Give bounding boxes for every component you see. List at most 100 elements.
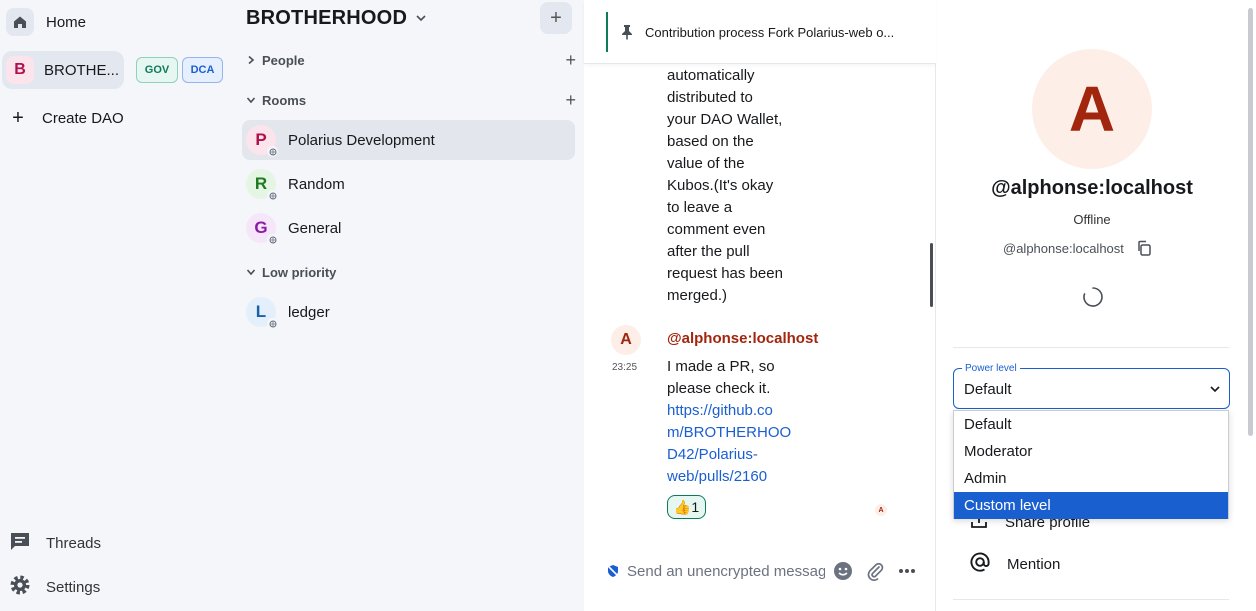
- option-moderator[interactable]: Moderator: [954, 438, 1228, 465]
- message-line: please check it.: [667, 380, 771, 397]
- space-item-brotherhood[interactable]: B BROTHE...: [2, 51, 124, 89]
- user-info-panel: A @alphonse:localhost Offline @alphonse:…: [937, 0, 1256, 611]
- user-id-row: @alphonse:localhost: [1003, 240, 1152, 256]
- message-line: your DAO Wallet,: [667, 111, 783, 128]
- space-bar: Home B BROTHE... GOV DCA + Create DAO Th…: [0, 0, 234, 611]
- panel-scrollbar[interactable]: [1248, 8, 1253, 436]
- power-level-value: Default: [964, 381, 1012, 398]
- gear-icon: [8, 573, 32, 601]
- user-avatar[interactable]: A: [1032, 49, 1152, 169]
- reaction-thumbs-up[interactable]: 👍 1: [667, 495, 706, 519]
- settings-label: Settings: [46, 578, 101, 596]
- message-input[interactable]: [627, 560, 825, 582]
- option-custom-level[interactable]: Custom level: [954, 492, 1228, 519]
- message-line: I made a PR, so: [667, 358, 775, 375]
- chevron-down-icon: [415, 7, 427, 30]
- user-display-name: @alphonse:localhost: [991, 177, 1193, 199]
- sender-avatar[interactable]: A: [611, 325, 641, 355]
- pin-icon: [620, 24, 634, 45]
- room-avatar: L: [246, 297, 278, 329]
- at-sign-icon: [969, 551, 991, 577]
- threads-icon: [8, 529, 32, 557]
- home-button[interactable]: Home: [2, 4, 90, 40]
- option-default[interactable]: Default: [954, 411, 1228, 438]
- chevron-down-icon: [246, 269, 256, 276]
- room-avatar: R: [246, 169, 278, 201]
- room-name: ledger: [288, 303, 330, 321]
- message-body: I made a PR, so please check it. https:/…: [667, 356, 797, 488]
- section-people-label: People: [262, 52, 305, 68]
- message-line: after the pull: [667, 243, 750, 260]
- room-item-general[interactable]: G General: [242, 208, 575, 248]
- message-line: request has been: [667, 265, 783, 282]
- read-receipt-avatar[interactable]: A: [875, 504, 887, 516]
- settings-button[interactable]: Settings: [8, 573, 100, 601]
- room-item-polarius-development[interactable]: P Polarius Development: [242, 120, 575, 160]
- thumbs-up-icon: 👍: [673, 498, 692, 515]
- loading-spinner-icon: [1082, 286, 1104, 313]
- timeline-scrollbar[interactable]: [930, 243, 933, 307]
- room-avatar-initial: G: [254, 218, 268, 237]
- room-name: Random: [288, 175, 345, 193]
- create-dao-button[interactable]: + Create DAO: [6, 103, 124, 133]
- room-item-random[interactable]: R Random: [242, 164, 575, 204]
- room-avatar-initial: R: [254, 174, 268, 193]
- link-line: m/BROTHERHOO: [667, 424, 792, 441]
- pinned-message-text: Contribution process Fork Polarius-web o…: [645, 25, 895, 40]
- chevron-down-icon: [246, 97, 256, 104]
- link-line: web/pulls/2160: [667, 468, 768, 485]
- create-dao-label: Create DAO: [42, 109, 124, 127]
- user-id: @alphonse:localhost: [1003, 240, 1124, 256]
- attachment-icon[interactable]: [864, 560, 886, 582]
- room-timeline: automatically distributed to your DAO Wa…: [584, 0, 936, 611]
- message-line: distributed to: [667, 89, 753, 106]
- room-avatar: G: [246, 213, 278, 245]
- message-sender[interactable]: @alphonse:localhost: [667, 330, 818, 347]
- globe-icon: [267, 190, 278, 201]
- user-presence: Offline: [1073, 212, 1111, 227]
- reaction-count: 1: [691, 499, 700, 515]
- section-people[interactable]: People +: [246, 50, 576, 70]
- room-avatar-initial: P: [255, 130, 267, 149]
- link-line: https://github.co: [667, 402, 773, 419]
- pinned-indicator-bar: [606, 12, 608, 52]
- plus-icon: +: [550, 6, 562, 29]
- message-composer: [584, 548, 936, 594]
- room-avatar-initial: L: [255, 302, 267, 321]
- space-title-menu[interactable]: BROTHERHOOD: [246, 7, 427, 30]
- chevron-down-icon: [1209, 382, 1221, 400]
- unencrypted-shield-icon: [606, 564, 620, 583]
- section-low-priority[interactable]: Low priority: [246, 262, 576, 282]
- section-low-priority-label: Low priority: [262, 264, 337, 280]
- message-line: merged.): [667, 287, 728, 304]
- copy-icon[interactable]: [1136, 240, 1152, 256]
- add-person-button[interactable]: +: [565, 50, 576, 71]
- message-line: Kubos.(It's okay: [667, 177, 774, 194]
- add-room-button[interactable]: +: [540, 2, 572, 34]
- previous-message-body: automatically distributed to your DAO Wa…: [667, 65, 797, 307]
- room-name: General: [288, 219, 342, 237]
- emoji-icon[interactable]: [832, 560, 854, 582]
- gov-badge[interactable]: GOV: [136, 57, 178, 83]
- home-icon: [6, 8, 34, 36]
- add-room-in-section-button[interactable]: +: [565, 90, 576, 111]
- section-rooms-label: Rooms: [262, 92, 307, 108]
- room-item-ledger[interactable]: L ledger: [242, 292, 575, 332]
- power-level-select[interactable]: Power level Default: [953, 363, 1230, 409]
- message-link[interactable]: https://github.co m/BROTHERHOO D42/Polar…: [667, 400, 797, 488]
- section-rooms[interactable]: Rooms +: [246, 90, 576, 110]
- room-list: BROTHERHOOD + People + Rooms + P Polariu…: [234, 0, 584, 611]
- message-line: automatically: [667, 67, 755, 84]
- room-name: Polarius Development: [288, 131, 435, 149]
- dca-badge[interactable]: DCA: [182, 57, 223, 83]
- option-admin[interactable]: Admin: [954, 465, 1228, 492]
- divider: [953, 347, 1229, 348]
- threads-button[interactable]: Threads: [8, 529, 101, 557]
- room-avatar: P: [246, 125, 278, 157]
- message-timestamp: 23:25: [612, 362, 638, 373]
- power-level-label: Power level: [962, 363, 1020, 374]
- home-label: Home: [46, 13, 87, 31]
- more-options-icon[interactable]: [896, 560, 918, 582]
- pinned-message-banner[interactable]: Contribution process Fork Polarius-web o…: [584, 0, 936, 64]
- mention-button[interactable]: Mention: [969, 551, 1060, 577]
